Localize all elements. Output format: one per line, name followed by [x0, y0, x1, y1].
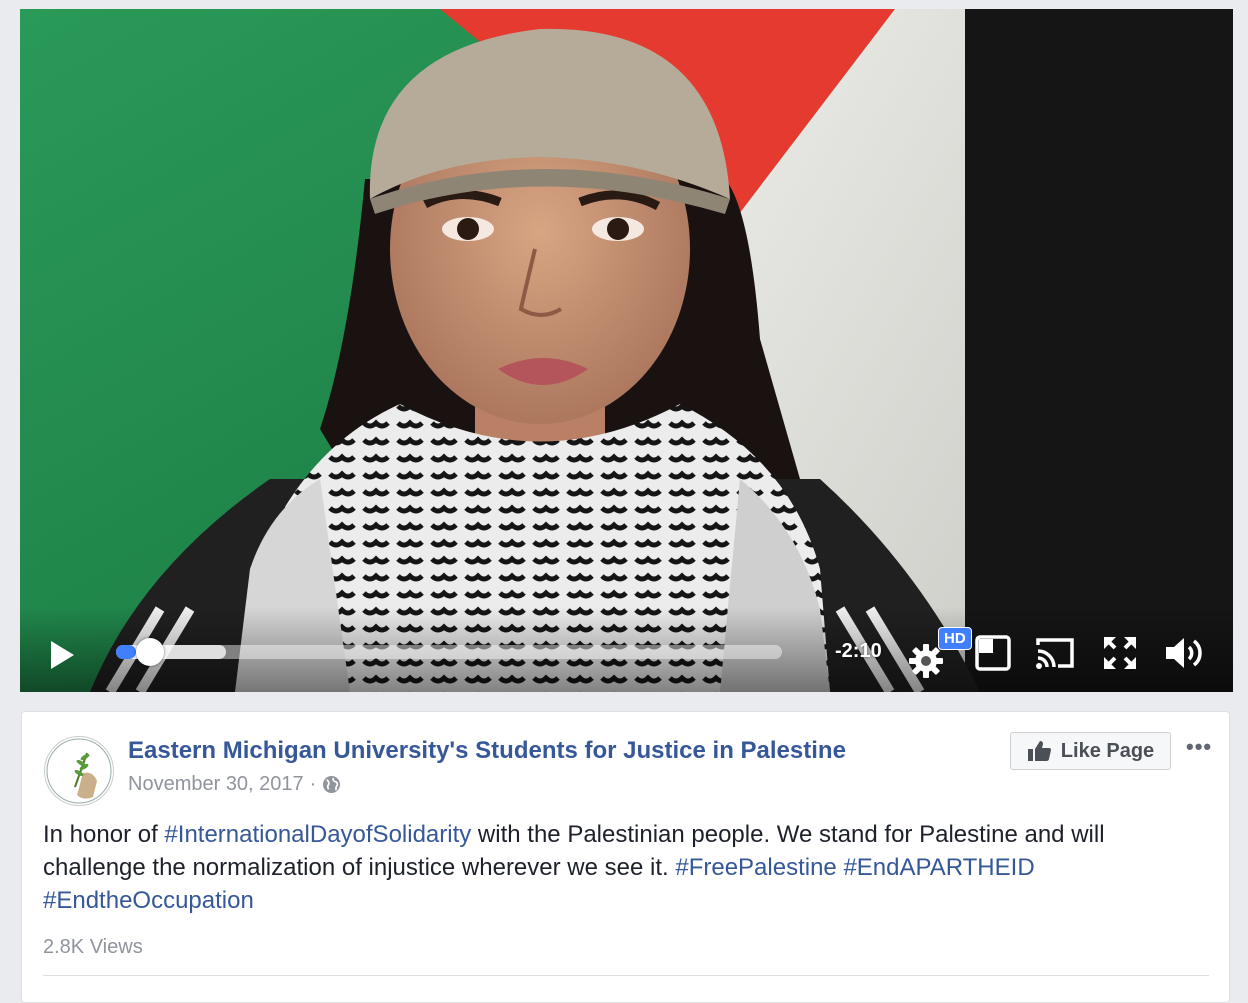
progress-bar[interactable] — [116, 638, 782, 666]
cast-button[interactable] — [1034, 635, 1076, 671]
post-meta: November 30, 2017 · — [128, 773, 341, 796]
meta-separator: · — [309, 773, 317, 795]
hashtag-link[interactable]: #FreePalestine — [675, 854, 836, 881]
progress-played — [116, 645, 136, 659]
like-page-button[interactable]: Like Page — [1010, 732, 1171, 770]
post-card: Eastern Michigan University's Students f… — [21, 711, 1230, 1003]
video-player[interactable]: -2:10 HD — [20, 9, 1233, 692]
settings-button[interactable]: HD — [908, 627, 972, 678]
hashtag-link[interactable]: #InternationalDayofSolidarity — [164, 821, 471, 848]
video-frame — [20, 9, 1233, 692]
volume-button[interactable] — [1164, 635, 1206, 671]
page-name-link[interactable]: Eastern Michigan University's Students f… — [128, 737, 846, 765]
post-date[interactable]: November 30, 2017 — [128, 773, 304, 796]
hd-badge: HD — [938, 627, 972, 650]
divider — [43, 975, 1209, 976]
progress-scrubber-handle[interactable] — [135, 638, 164, 666]
hashtag-link[interactable]: #EndAPARTHEID — [843, 854, 1034, 881]
sjp-logo-icon — [46, 738, 112, 804]
play-button[interactable] — [48, 639, 76, 671]
thumbs-up-icon — [1027, 741, 1051, 761]
more-options-button[interactable]: ••• — [1186, 734, 1212, 760]
view-count: 2.8K Views — [43, 936, 143, 958]
hashtag-link[interactable]: #EndtheOccupation — [43, 887, 254, 914]
post-text-segment: In honor of — [43, 821, 165, 848]
fullscreen-button[interactable] — [1102, 635, 1138, 671]
time-remaining: -2:10 — [835, 640, 882, 662]
page-avatar[interactable] — [44, 736, 114, 806]
like-page-label: Like Page — [1060, 739, 1155, 762]
picture-in-picture-button[interactable] — [975, 635, 1011, 671]
post-message: In honor of #InternationalDayofSolidarit… — [43, 818, 1163, 917]
globe-icon[interactable] — [322, 775, 341, 794]
